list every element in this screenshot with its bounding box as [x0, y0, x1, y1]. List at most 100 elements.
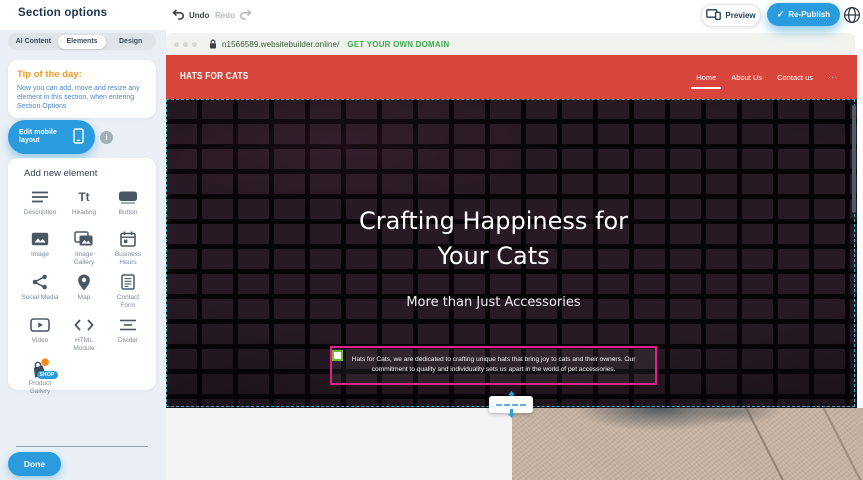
phone-icon	[73, 128, 84, 146]
section-resize-handle[interactable]	[489, 388, 533, 421]
nav-contact-us[interactable]: Contact us	[777, 73, 813, 82]
republish-button[interactable]: ✓ Re-Publish	[767, 3, 840, 26]
devices-icon	[706, 9, 721, 22]
divider-icon	[119, 316, 137, 334]
element-label: Button	[119, 209, 138, 217]
topbar: Section options Undo Redo Preview ✓ Re-P…	[0, 0, 863, 30]
element-label: Business Hours	[109, 251, 147, 266]
product-gallery-icon: SHOP	[30, 359, 51, 377]
business-hours-icon	[120, 230, 136, 248]
element-html-module[interactable]: HTML Module	[62, 316, 106, 352]
sidebar-divider	[16, 446, 148, 447]
window-dot-icon	[174, 42, 179, 47]
site-preview: HATS FOR CATS Home About Us Contact us ⋯…	[166, 55, 857, 408]
preview-label: Preview	[725, 11, 755, 20]
add-new-element-panel: Add new element Description Tt Heading B…	[8, 158, 156, 390]
redo-icon	[239, 9, 252, 22]
contact-form-icon	[121, 273, 135, 291]
window-dot-icon	[183, 42, 188, 47]
browser-address-bar: n1566589.websitebuilder.online/ GET YOUR…	[166, 33, 855, 55]
nav-about-us[interactable]: About Us	[731, 73, 762, 82]
website-builder-app: Section options Undo Redo Preview ✓ Re-P…	[0, 0, 863, 480]
element-label: Map	[78, 294, 91, 302]
site-header: HATS FOR CATS Home About Us Contact us ⋯	[166, 55, 857, 99]
element-image[interactable]: Image	[18, 230, 62, 266]
hero-section: Crafting Happiness for Your Cats More th…	[166, 99, 857, 408]
dashed-line-icon	[496, 404, 526, 406]
element-label: Product Gallery	[21, 380, 59, 395]
hero-paragraph: Hats for Cats, we are dedicated to craft…	[336, 355, 651, 375]
element-label: Divider	[118, 337, 138, 345]
element-label: Description	[24, 209, 57, 217]
element-label: HTML Module	[65, 337, 103, 352]
element-contact-form[interactable]: Contact Form	[106, 273, 150, 309]
hero-subheading[interactable]: More than Just Accessories	[166, 295, 821, 310]
redo-label: Redo	[215, 11, 235, 20]
info-icon[interactable]: i	[100, 131, 113, 144]
edit-mobile-layout-button[interactable]: Edit mobile layout	[8, 120, 95, 154]
page-title: Section options	[18, 7, 107, 19]
heading-icon: Tt	[78, 188, 89, 206]
element-description[interactable]: Description	[18, 188, 62, 223]
element-label: Image	[31, 251, 49, 259]
add-new-element-title: Add new element	[24, 168, 150, 179]
shop-badge: SHOP	[37, 371, 58, 379]
element-image-gallery[interactable]: Image Gallery	[62, 230, 106, 266]
hero-heading[interactable]: Crafting Happiness for Your Cats	[166, 204, 821, 274]
undo-icon	[172, 9, 185, 22]
tab-elements[interactable]: Elements	[58, 35, 107, 49]
tip-body: Now you can add, move and resize any ele…	[17, 84, 148, 111]
element-business-hours[interactable]: Business Hours	[106, 230, 150, 266]
element-grid: Description Tt Heading Button Image Imag…	[18, 188, 150, 395]
preview-button[interactable]: Preview	[701, 4, 761, 27]
nav-active-underline	[691, 87, 721, 89]
globe-icon[interactable]	[843, 6, 861, 24]
element-heading[interactable]: Tt Heading	[62, 188, 106, 223]
window-dot-icon	[192, 42, 197, 47]
code-icon	[74, 316, 94, 334]
preview-scrollbar[interactable]	[852, 105, 856, 213]
done-button[interactable]: Done	[8, 452, 61, 476]
next-section-blank[interactable]	[166, 408, 512, 480]
arrow-down-icon	[507, 413, 516, 422]
undo-button[interactable]: Undo	[172, 9, 209, 22]
element-button[interactable]: Button	[106, 188, 150, 223]
site-url: n1566589.websitebuilder.online/	[222, 40, 339, 49]
element-map[interactable]: Map	[62, 273, 106, 309]
video-icon	[30, 316, 50, 334]
tab-ai-content[interactable]: AI Content	[9, 35, 58, 49]
get-domain-link[interactable]: GET YOUR OWN DOMAIN	[347, 40, 449, 49]
element-label: Social Media	[21, 294, 58, 302]
element-social-media[interactable]: Social Media	[18, 273, 62, 309]
element-drag-handle[interactable]	[332, 350, 343, 361]
image-gallery-icon	[74, 230, 94, 248]
selected-paragraph-element[interactable]: Hats for Cats, we are dedicated to craft…	[330, 346, 657, 385]
tip-of-the-day-card: Tip of the day: Now you can add, move an…	[8, 60, 156, 118]
share-icon	[32, 273, 48, 291]
site-nav: Home About Us Contact us ⋯	[696, 55, 837, 99]
undo-label: Undo	[189, 11, 209, 20]
element-product-gallery[interactable]: SHOP Product Gallery	[18, 359, 62, 395]
site-logo[interactable]: HATS FOR CATS	[180, 71, 248, 82]
republish-label: Re-Publish	[788, 10, 830, 19]
next-section-photo[interactable]	[512, 408, 863, 480]
map-pin-icon	[77, 273, 91, 291]
button-icon	[118, 188, 138, 206]
section-options-sidebar: AI Content Elements Design Tip of the da…	[0, 30, 166, 480]
nav-more-icon[interactable]: ⋯	[828, 72, 837, 83]
element-divider[interactable]: Divider	[106, 316, 150, 352]
element-label: Video	[32, 337, 49, 345]
element-video[interactable]: Video	[18, 316, 62, 352]
redo-button[interactable]: Redo	[215, 9, 252, 22]
lock-icon	[209, 39, 217, 49]
element-label: Image Gallery	[65, 251, 103, 266]
edit-mobile-layout-label: Edit mobile layout	[19, 129, 67, 146]
element-label: Contact Form	[109, 294, 147, 309]
tab-design[interactable]: Design	[106, 35, 155, 49]
check-icon: ✓	[777, 9, 785, 20]
image-icon	[31, 230, 49, 248]
sidebar-tabs: AI Content Elements Design	[8, 33, 156, 50]
arrow-up-icon	[507, 387, 516, 396]
nav-home[interactable]: Home	[696, 73, 716, 82]
text-lines-icon	[31, 188, 49, 206]
